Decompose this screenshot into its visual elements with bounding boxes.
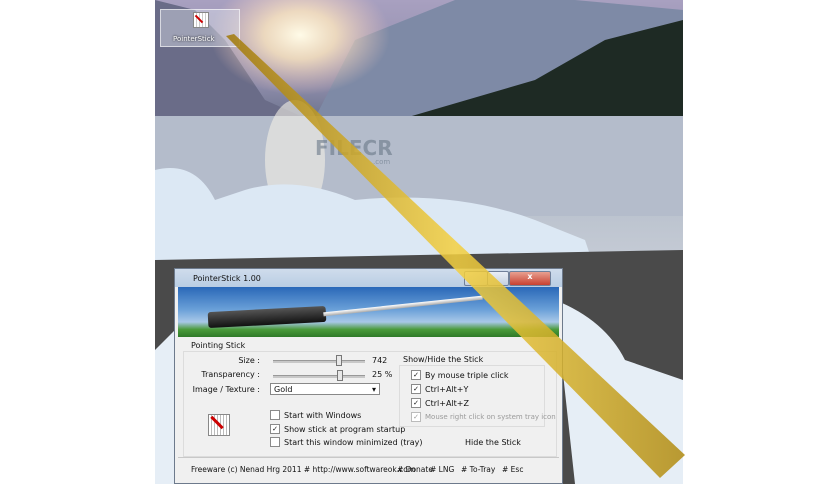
gold-pointer-stick — [226, 34, 685, 478]
